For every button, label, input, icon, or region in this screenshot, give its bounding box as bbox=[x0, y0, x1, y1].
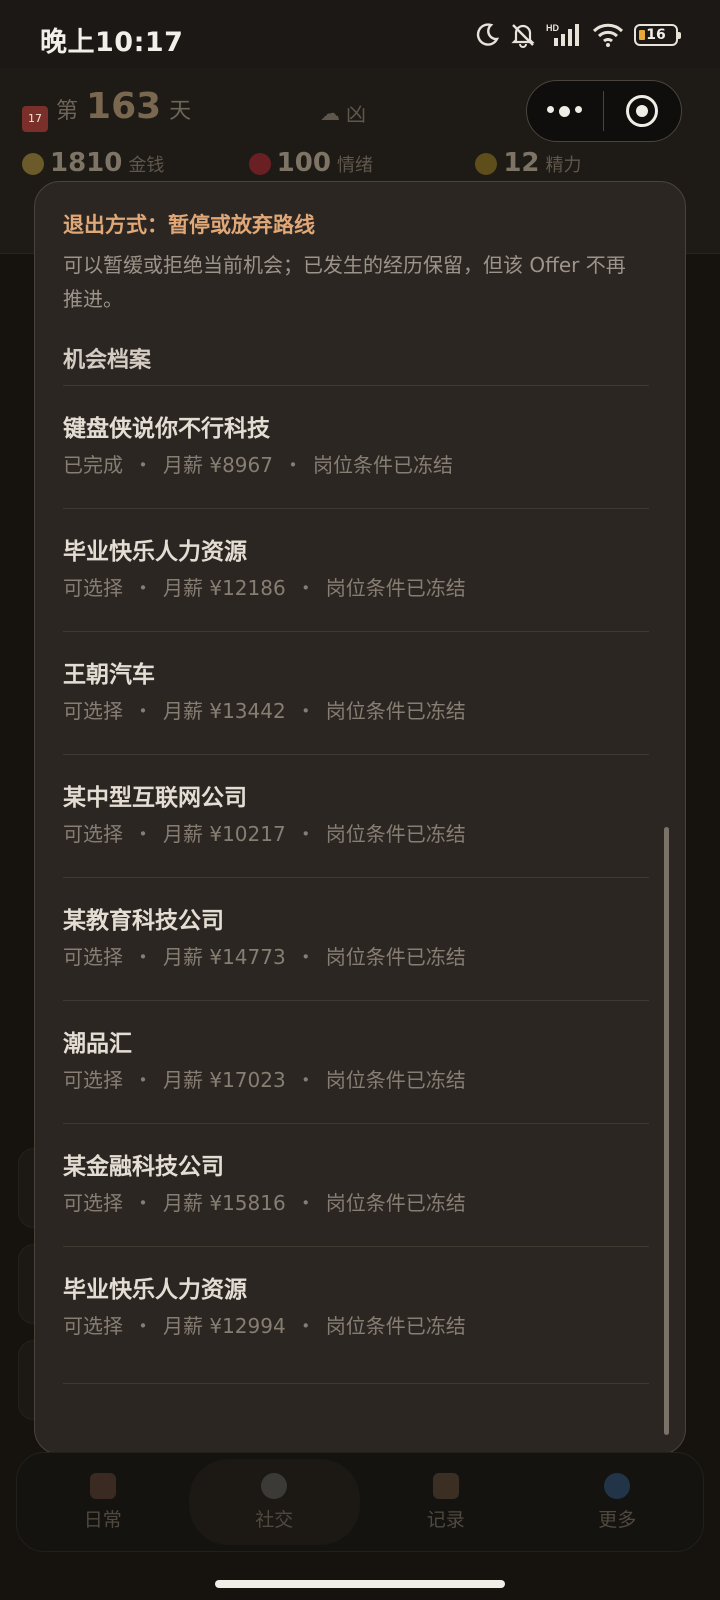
exit-title: 退出方式：暂停或放弃路线 bbox=[63, 213, 315, 237]
day-number: 163 bbox=[86, 86, 162, 127]
stat-label: 情绪 bbox=[336, 155, 373, 176]
weather-label: 凶 bbox=[346, 102, 366, 126]
offer-company: 毕业快乐人力资源 bbox=[63, 539, 247, 565]
offer-item[interactable]: 王朝汽车 可选择・月薪 ¥13442 ・岗位条件已冻结 bbox=[63, 632, 649, 755]
money-bag-icon bbox=[22, 153, 44, 175]
chat-icon bbox=[261, 1472, 288, 1499]
miniprogram-capsule bbox=[526, 80, 682, 142]
stat-value: 12 bbox=[503, 148, 540, 178]
home-icon bbox=[89, 1472, 116, 1499]
status-icons: HD 16 bbox=[474, 22, 681, 48]
offer-company: 毕业快乐人力资源 bbox=[63, 1277, 247, 1303]
nav-label: 日常 bbox=[83, 1508, 122, 1531]
more-icon[interactable] bbox=[527, 105, 603, 117]
moon-icon bbox=[476, 23, 500, 46]
stat-energy: 12 精力 bbox=[475, 148, 702, 178]
nav-item-daily[interactable]: 日常 bbox=[17, 1453, 189, 1551]
status-time: 晚上10:17 bbox=[40, 27, 184, 58]
close-miniprogram-icon[interactable] bbox=[604, 95, 682, 127]
battery-level: 16 bbox=[646, 27, 666, 43]
lightning-icon bbox=[475, 153, 498, 175]
scrollbar[interactable] bbox=[664, 827, 669, 1435]
offer-company: 某金融科技公司 bbox=[63, 1154, 224, 1180]
stat-label: 金钱 bbox=[128, 155, 165, 176]
offer-meta: 可选择・月薪 ¥10217 ・岗位条件已冻结 bbox=[63, 822, 466, 846]
wifi-icon bbox=[592, 23, 624, 47]
rain-cloud-icon: ☁ bbox=[320, 100, 340, 125]
gear-icon bbox=[604, 1472, 631, 1499]
svg-text:HD: HD bbox=[546, 23, 559, 33]
offer-meta: 可选择・月薪 ¥12186 ・岗位条件已冻结 bbox=[63, 576, 466, 600]
offer-item[interactable]: 某教育科技公司 可选择・月薪 ¥14773 ・岗位条件已冻结 bbox=[63, 878, 649, 1001]
nav-item-social[interactable]: 社交 bbox=[188, 1459, 360, 1545]
weather-status: ☁ 凶 bbox=[320, 98, 366, 127]
offer-company: 某教育科技公司 bbox=[63, 908, 224, 934]
stat-value: 100 bbox=[276, 148, 331, 178]
stat-money: 1810 金钱 bbox=[22, 148, 249, 178]
hd-signal-icon: HD bbox=[546, 23, 579, 46]
day-suffix: 天 bbox=[169, 99, 192, 124]
stat-mood: 100 情绪 bbox=[248, 148, 476, 178]
day-prefix: 第 bbox=[56, 99, 79, 124]
offer-meta: 可选择・月薪 ¥12994 ・岗位条件已冻结 bbox=[63, 1314, 466, 1338]
nav-label: 更多 bbox=[598, 1508, 637, 1531]
nav-item-records[interactable]: 记录 bbox=[360, 1453, 532, 1551]
stat-value: 1810 bbox=[50, 148, 123, 178]
offer-archive-sheet: 退出方式：暂停或放弃路线 可以暂缓或拒绝当前机会；已发生的经历保留，但该 Off… bbox=[34, 181, 686, 1455]
nav-item-more[interactable]: 更多 bbox=[532, 1453, 704, 1551]
offer-item[interactable]: 键盘侠说你不行科技 已完成・月薪 ¥8967 ・岗位条件已冻结 bbox=[63, 386, 649, 509]
stat-label: 精力 bbox=[545, 155, 582, 176]
offer-company: 王朝汽车 bbox=[63, 662, 155, 688]
offer-company: 键盘侠说你不行科技 bbox=[63, 416, 270, 442]
nav-label: 社交 bbox=[255, 1508, 294, 1531]
offer-list: 键盘侠说你不行科技 已完成・月薪 ¥8967 ・岗位条件已冻结 毕业快乐人力资源 … bbox=[63, 386, 649, 1384]
nav-label: 记录 bbox=[426, 1508, 465, 1531]
offer-company: 潮品汇 bbox=[63, 1031, 132, 1057]
offer-item[interactable]: 毕业快乐人力资源 可选择・月薪 ¥12994 ・岗位条件已冻结 bbox=[63, 1247, 649, 1384]
offer-item[interactable]: 某中型互联网公司 可选择・月薪 ¥10217 ・岗位条件已冻结 bbox=[63, 755, 649, 878]
scroll-icon bbox=[432, 1472, 459, 1499]
offer-item[interactable]: 某金融科技公司 可选择・月薪 ¥15816 ・岗位条件已冻结 bbox=[63, 1124, 649, 1247]
exit-description: 可以暂缓或拒绝当前机会；已发生的经历保留，但该 Offer 不再推进。 bbox=[63, 253, 626, 311]
battery-icon: 16 bbox=[634, 24, 681, 46]
heart-icon bbox=[248, 153, 271, 175]
status-bar: 晚上10:17 HD 16 bbox=[0, 0, 720, 68]
offer-meta: 可选择・月薪 ¥13442 ・岗位条件已冻结 bbox=[63, 699, 466, 723]
home-indicator[interactable] bbox=[215, 1580, 505, 1588]
offer-meta: 可选择・月薪 ¥17023 ・岗位条件已冻结 bbox=[63, 1068, 466, 1092]
section-title: 机会档案 bbox=[63, 348, 152, 373]
offer-meta: 可选择・月薪 ¥14773 ・岗位条件已冻结 bbox=[63, 945, 466, 969]
bottom-nav: 日常 社交 记录 更多 bbox=[16, 1452, 704, 1552]
offer-meta: 已完成・月薪 ¥8967 ・岗位条件已冻结 bbox=[63, 453, 453, 477]
calendar-icon: 17 bbox=[22, 105, 48, 132]
stats-row: 1810 金钱 100 情绪 12 精力 bbox=[22, 148, 702, 178]
offer-item[interactable]: 潮品汇 可选择・月薪 ¥17023 ・岗位条件已冻结 bbox=[63, 1001, 649, 1124]
offer-company: 某中型互联网公司 bbox=[63, 785, 247, 811]
offer-meta: 可选择・月薪 ¥15816 ・岗位条件已冻结 bbox=[63, 1191, 466, 1215]
bell-off-icon bbox=[511, 24, 535, 48]
offer-item[interactable]: 毕业快乐人力资源 可选择・月薪 ¥12186 ・岗位条件已冻结 bbox=[63, 509, 649, 632]
day-counter: 17 第 163 天 bbox=[22, 86, 192, 132]
